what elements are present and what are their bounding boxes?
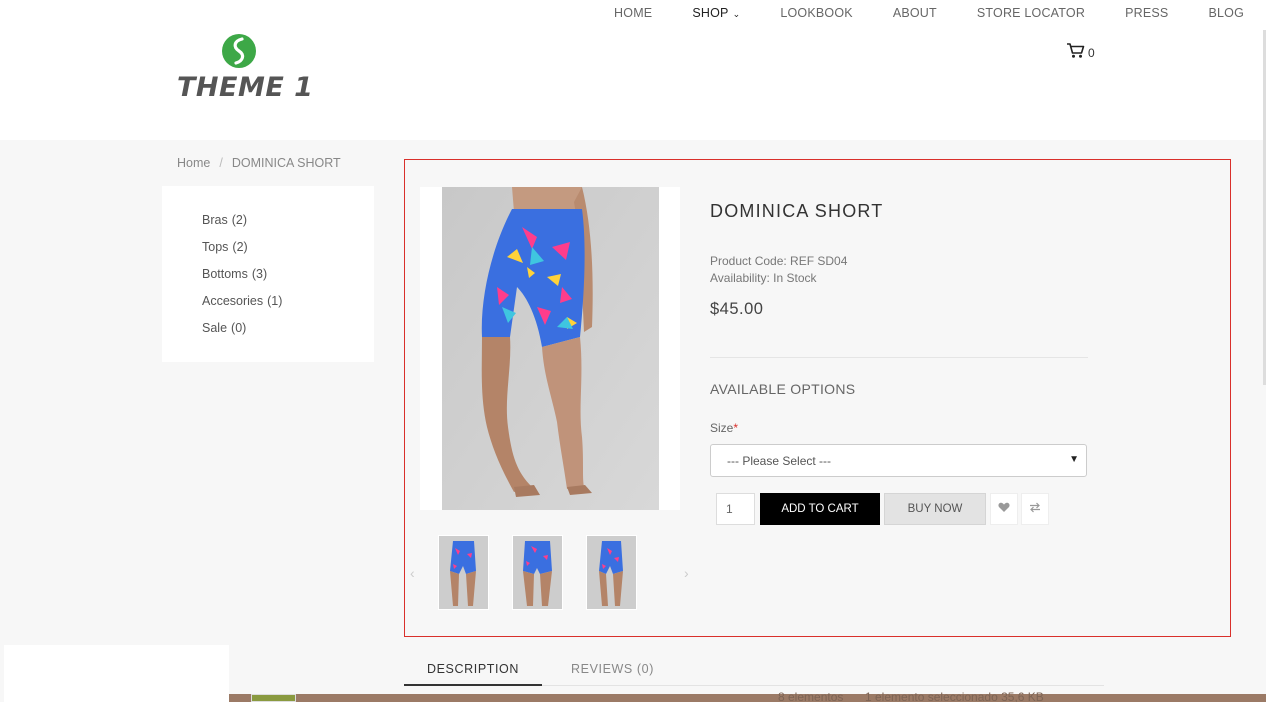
category-count: (1) bbox=[267, 294, 283, 308]
category-name: Accesories bbox=[202, 294, 264, 308]
category-count: (2) bbox=[232, 240, 248, 254]
product-main-image[interactable] bbox=[442, 187, 659, 510]
size-label: Size* bbox=[710, 421, 738, 435]
size-select-value: --- Please Select --- bbox=[727, 453, 832, 468]
category-name: Bras bbox=[202, 213, 228, 227]
product-thumbnail-1[interactable] bbox=[438, 535, 489, 610]
chevron-right-icon[interactable]: › bbox=[684, 565, 689, 581]
product-thumbnail-3[interactable] bbox=[586, 535, 637, 610]
site-logo[interactable]: THEME 1 bbox=[177, 34, 314, 104]
product-code: Product Code: REF SD04 bbox=[710, 254, 848, 268]
caret-down-icon: ▼ bbox=[1069, 454, 1079, 465]
required-marker: * bbox=[733, 421, 739, 435]
compare-button[interactable] bbox=[1021, 493, 1049, 525]
category-count: (3) bbox=[251, 267, 268, 281]
category-name: Sale bbox=[202, 321, 228, 335]
cart-count: 0 bbox=[1088, 46, 1095, 60]
wishlist-button[interactable] bbox=[990, 493, 1018, 525]
chevron-left-icon[interactable]: ‹ bbox=[410, 565, 415, 581]
site-header: HOME SHOP ⌄ LOOKBOOK ABOUT STORE LOCATOR … bbox=[0, 0, 1266, 140]
overlay-status-strip bbox=[229, 694, 1266, 702]
size-select[interactable]: --- Please Select --- ▼ bbox=[710, 444, 1087, 477]
nav-shop-label: SHOP bbox=[692, 6, 729, 20]
breadcrumb-current[interactable]: DOMINICA SHORT bbox=[232, 156, 341, 170]
product-availability: Availability: In Stock bbox=[710, 271, 817, 285]
add-to-cart-button[interactable]: ADD TO CART bbox=[760, 493, 880, 525]
category-item-sale[interactable]: Sale (0) bbox=[202, 321, 374, 348]
product-price: $45.00 bbox=[710, 300, 764, 318]
logo-mark-icon bbox=[222, 34, 256, 68]
options-title: AVAILABLE OPTIONS bbox=[710, 381, 856, 397]
cart-icon bbox=[1066, 42, 1085, 64]
nav-lookbook[interactable]: LOOKBOOK bbox=[780, 6, 852, 20]
overlay-thumbnail bbox=[251, 694, 296, 702]
overlay-items-text: 8 elementos bbox=[778, 690, 844, 702]
nav-shop[interactable]: SHOP ⌄ bbox=[692, 6, 740, 20]
category-item-bottoms[interactable]: Bottoms (3) bbox=[202, 267, 374, 294]
product-main-image-box bbox=[420, 187, 680, 510]
logo-text: THEME 1 bbox=[177, 72, 314, 103]
category-sidebar: Bras (2) Tops (2) Bottoms (3) Accesories (1)… bbox=[162, 186, 374, 362]
overlay-selected-text: 1 elemento seleccionado 35,6 KB bbox=[865, 690, 1044, 702]
category-name: Bottoms bbox=[202, 267, 248, 281]
overlay-panel bbox=[4, 645, 229, 702]
product-tabs: DESCRIPTION REVIEWS (0) bbox=[404, 659, 1104, 686]
nav-store-locator[interactable]: STORE LOCATOR bbox=[977, 6, 1085, 20]
category-item-accesories[interactable]: Accesories (1) bbox=[202, 294, 374, 321]
category-name: Tops bbox=[202, 240, 229, 254]
category-count: (0) bbox=[231, 321, 247, 335]
nav-blog[interactable]: BLOG bbox=[1208, 6, 1244, 20]
category-item-bras[interactable]: Bras (2) bbox=[202, 213, 374, 240]
product-title: DOMINICA SHORT bbox=[710, 201, 884, 221]
chevron-down-icon: ⌄ bbox=[732, 9, 741, 19]
buy-now-button[interactable]: BUY NOW bbox=[884, 493, 986, 525]
divider bbox=[710, 357, 1088, 358]
category-count: (2) bbox=[231, 213, 247, 227]
heart-icon bbox=[998, 500, 1010, 518]
compare-arrows-icon bbox=[1029, 500, 1041, 518]
product-thumbnail-2[interactable] bbox=[512, 535, 563, 610]
tab-description[interactable]: DESCRIPTION bbox=[404, 662, 542, 686]
nav-about[interactable]: ABOUT bbox=[893, 6, 937, 20]
main-nav: HOME SHOP ⌄ LOOKBOOK ABOUT STORE LOCATOR … bbox=[574, 6, 1244, 20]
breadcrumb-separator: / bbox=[219, 156, 223, 170]
breadcrumb-home[interactable]: Home bbox=[177, 156, 210, 170]
size-label-text: Size bbox=[710, 421, 734, 435]
breadcrumb: Home / DOMINICA SHORT bbox=[177, 156, 341, 170]
quantity-input[interactable]: 1 bbox=[716, 493, 755, 525]
nav-home[interactable]: HOME bbox=[614, 6, 652, 20]
nav-press[interactable]: PRESS bbox=[1125, 6, 1168, 20]
category-item-tops[interactable]: Tops (2) bbox=[202, 240, 374, 267]
tab-reviews[interactable]: REVIEWS (0) bbox=[571, 662, 654, 676]
product-panel: ‹ › DOMINICA SHORT Product Code: REF SD0… bbox=[404, 159, 1231, 637]
cart-button[interactable]: 0 bbox=[1066, 42, 1095, 64]
